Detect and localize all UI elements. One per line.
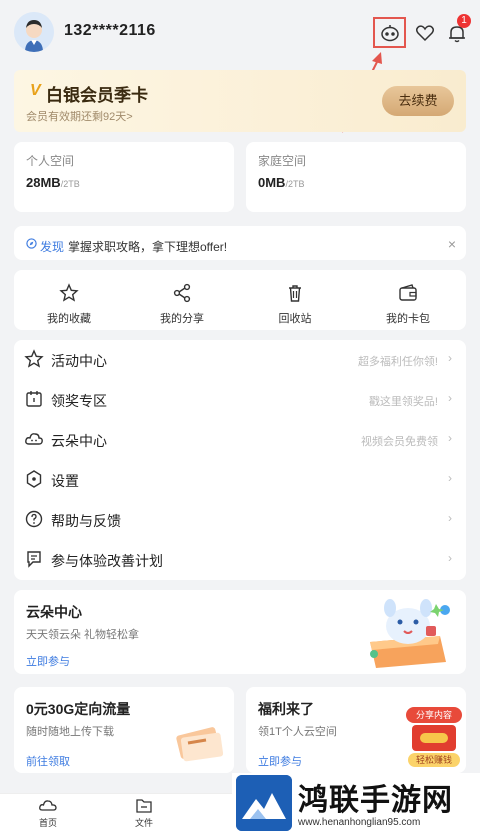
cloud-center-card[interactable]: 云朵中心 天天领云朵 礼物轻松拿 立即参与 xyxy=(14,590,466,674)
chevron-right-icon: › xyxy=(448,471,452,485)
claim-link[interactable]: 前往领取 xyxy=(26,753,70,769)
cloud-center-title: 云朵中心 xyxy=(26,604,82,620)
notice-text[interactable]: 掌握求职攻略，拿下理想offer! xyxy=(68,238,227,255)
personal-space-card[interactable]: 个人空间 28MB/2TB xyxy=(14,142,234,212)
star-icon xyxy=(59,283,79,302)
robot-icon[interactable] xyxy=(379,22,401,44)
quick-action-share[interactable]: 我的分享 xyxy=(127,270,237,326)
calendar-icon xyxy=(26,391,42,407)
vip-title: 白银会员季卡 xyxy=(46,86,148,105)
watermark-title: 鸿联手游网 xyxy=(298,783,453,818)
chevron-right-icon: › xyxy=(448,551,452,565)
vip-badge: V xyxy=(30,82,41,99)
red-envelope-illustration: 分享内容 轻松赚钱 xyxy=(406,707,462,767)
home-icon xyxy=(39,800,57,811)
space-usage: 0MB/2TB xyxy=(258,175,305,190)
promo-title: 福利来了 xyxy=(258,701,314,717)
data-voucher-illustration xyxy=(176,727,224,762)
promo-subtitle: 随时随地上传下载 xyxy=(26,726,114,738)
menu-item-cloud-center[interactable]: 云朵中心 视频会员免费领 › xyxy=(14,420,466,460)
heart-icon[interactable] xyxy=(414,22,436,44)
nav-home[interactable]: 首页 xyxy=(18,798,78,829)
site-watermark: 鸿联手游网 www.henanhonglian95.com xyxy=(232,773,480,834)
share-icon xyxy=(173,283,191,303)
earn-money-tag: 轻松赚钱 xyxy=(408,753,460,767)
gear-icon xyxy=(26,470,42,488)
star-outline-icon xyxy=(24,349,44,368)
cloud-icon xyxy=(25,433,43,445)
avatar[interactable] xyxy=(14,12,54,52)
vip-banner[interactable]: V 白银会员季卡 会员有效期还剩92天> 去续费 xyxy=(14,70,466,132)
quick-action-favorites[interactable]: 我的收藏 xyxy=(14,270,124,326)
notification-badge: 1 xyxy=(457,14,471,28)
menu-item-activity-center[interactable]: 活动中心 超多福利任你领! › xyxy=(14,340,466,380)
nav-files[interactable]: 文件 xyxy=(114,798,174,829)
chevron-right-icon: › xyxy=(448,391,452,405)
renew-button[interactable]: 去续费 xyxy=(382,86,454,116)
menu-item-settings[interactable]: 设置 › xyxy=(14,460,466,500)
space-label: 个人空间 xyxy=(26,154,75,168)
watermark-logo xyxy=(236,775,292,831)
promo-traffic-card[interactable]: 0元30G定向流量 随时随地上传下载 前往领取 xyxy=(14,687,234,773)
chevron-right-icon: › xyxy=(448,431,452,445)
join-now-link[interactable]: 立即参与 xyxy=(258,753,302,769)
quick-action-recycle-bin[interactable]: 回收站 xyxy=(240,270,350,326)
trash-icon xyxy=(289,285,301,302)
join-now-link[interactable]: 立即参与 xyxy=(26,653,70,669)
menu-item-experience-program[interactable]: 参与体验改善计划 › xyxy=(14,540,466,580)
space-label: 家庭空间 xyxy=(258,154,307,168)
cloud-mascot-illustration xyxy=(370,599,450,668)
share-content-tag: 分享内容 xyxy=(406,707,462,723)
notice-tag: 发现 xyxy=(40,240,65,254)
promo-title: 0元30G定向流量 xyxy=(26,701,131,717)
discover-notice[interactable]: 发现 掌握求职攻略，拿下理想offer! × xyxy=(14,226,466,260)
quick-action-wallet[interactable]: 我的卡包 xyxy=(353,270,463,326)
feedback-icon xyxy=(27,551,41,568)
username: 132****2116 xyxy=(64,22,156,39)
cloud-center-subtitle: 天天领云朵 礼物轻松拿 xyxy=(26,629,140,641)
family-space-card[interactable]: 家庭空间 0MB/2TB xyxy=(246,142,466,212)
space-usage: 28MB/2TB xyxy=(26,175,80,190)
watermark-url: www.henanhonglian95.com xyxy=(298,817,421,828)
file-icon xyxy=(136,799,152,813)
menu-item-prize-zone[interactable]: 领奖专区 戳这里领奖品! › xyxy=(14,380,466,420)
chevron-right-icon: › xyxy=(448,511,452,525)
compass-icon xyxy=(26,238,37,249)
menu-item-help-feedback[interactable]: 帮助与反馈 › xyxy=(14,500,466,540)
chevron-right-icon: › xyxy=(448,351,452,365)
wallet-icon xyxy=(399,284,417,301)
help-icon xyxy=(25,510,43,528)
promo-subtitle: 领1T个人云空间 xyxy=(258,726,337,738)
promo-welfare-card[interactable]: 福利来了 领1T个人云空间 立即参与 分享内容 轻松赚钱 xyxy=(246,687,466,773)
vip-expiry[interactable]: 会员有效期还剩92天> xyxy=(26,108,133,124)
close-icon[interactable]: × xyxy=(448,236,456,252)
